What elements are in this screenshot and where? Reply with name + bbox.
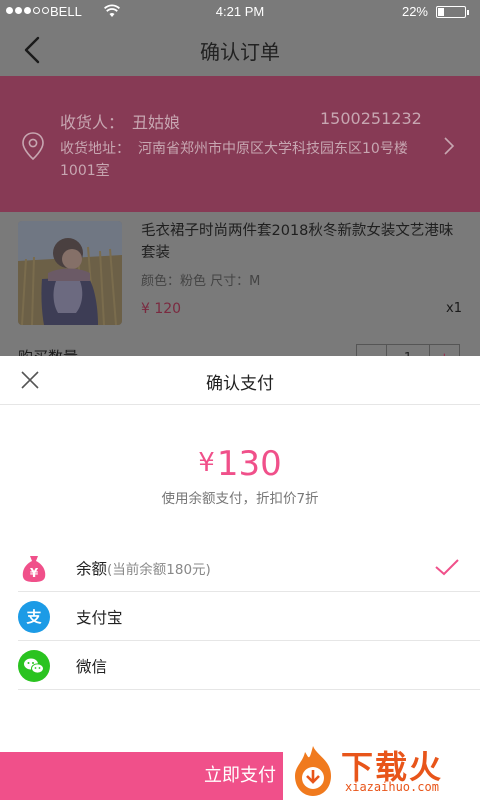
receiver-label: 收货人： — [60, 113, 125, 132]
page-title: 确认订单 — [200, 40, 280, 64]
shipping-address-card[interactable]: 收货人： 丑姑娘 1500251232 收货地址： 河南省郑州市中原区大学科技园… — [0, 76, 480, 212]
sheet-title: 确认支付 — [206, 374, 274, 394]
location-pin-icon — [20, 131, 46, 165]
svg-text:¥: ¥ — [30, 566, 39, 580]
address-text: 河南省郑州市中原区大学科技园东区10号楼1001室 — [60, 141, 408, 179]
payment-method-name: 支付宝 — [76, 609, 123, 627]
currency-symbol: ¥ — [198, 448, 215, 478]
payment-method-name: 微信 — [76, 658, 108, 676]
payment-method-name: 余额 — [76, 560, 108, 578]
watermark-url: xiazaihuo.com — [345, 780, 439, 794]
status-bar: BELL 4:21 PM 22% — [0, 0, 480, 24]
discount-note: 使用余额支付，折扣价7折 — [161, 491, 319, 507]
product-item[interactable]: 毛衣裙子时尚两件套2018秋冬新款女装文艺港味套装 颜色：粉色 尺寸：M ¥ 1… — [0, 212, 480, 332]
receiver-phone: 1500251232 — [320, 109, 422, 128]
nav-bar: 确认订单 — [0, 24, 480, 76]
chevron-right-icon — [442, 134, 456, 162]
payment-method-balance[interactable]: ¥ 余额(当前余额180元) — [18, 543, 480, 592]
payment-method-wechat[interactable]: 微信 — [18, 641, 480, 690]
product-title: 毛衣裙子时尚两件套2018秋冬新款女装文艺港味套装 — [141, 223, 454, 261]
battery-fill — [438, 8, 444, 16]
money-bag-icon: ¥ — [18, 552, 50, 584]
receiver-name: 丑姑娘 — [132, 113, 181, 132]
checkmark-icon — [434, 557, 460, 581]
product-spec: 颜色：粉色 尺寸：M — [141, 274, 261, 289]
payment-sheet: 确认支付 ¥130 使用余额支付，折扣价7折 ¥ 余额(当前余额180元) 支 … — [0, 356, 480, 800]
payment-amount: ¥130 — [0, 444, 480, 484]
amount-value: 130 — [216, 444, 282, 484]
flame-logo-icon — [287, 744, 339, 800]
wechat-icon — [18, 650, 50, 682]
product-image — [18, 221, 122, 325]
product-price: ¥ 120 — [141, 301, 182, 317]
balance-note: (当前余额180元) — [107, 562, 211, 578]
payment-method-alipay[interactable]: 支 支付宝 — [18, 592, 480, 641]
product-quantity: x1 — [446, 301, 462, 316]
watermark-logo: 下载火 xiazaihuo.com — [283, 740, 480, 800]
sheet-header: 确认支付 — [0, 356, 480, 405]
alipay-icon: 支 — [18, 601, 50, 633]
battery-icon — [436, 6, 469, 18]
battery-percent: 22% — [401, 4, 428, 19]
